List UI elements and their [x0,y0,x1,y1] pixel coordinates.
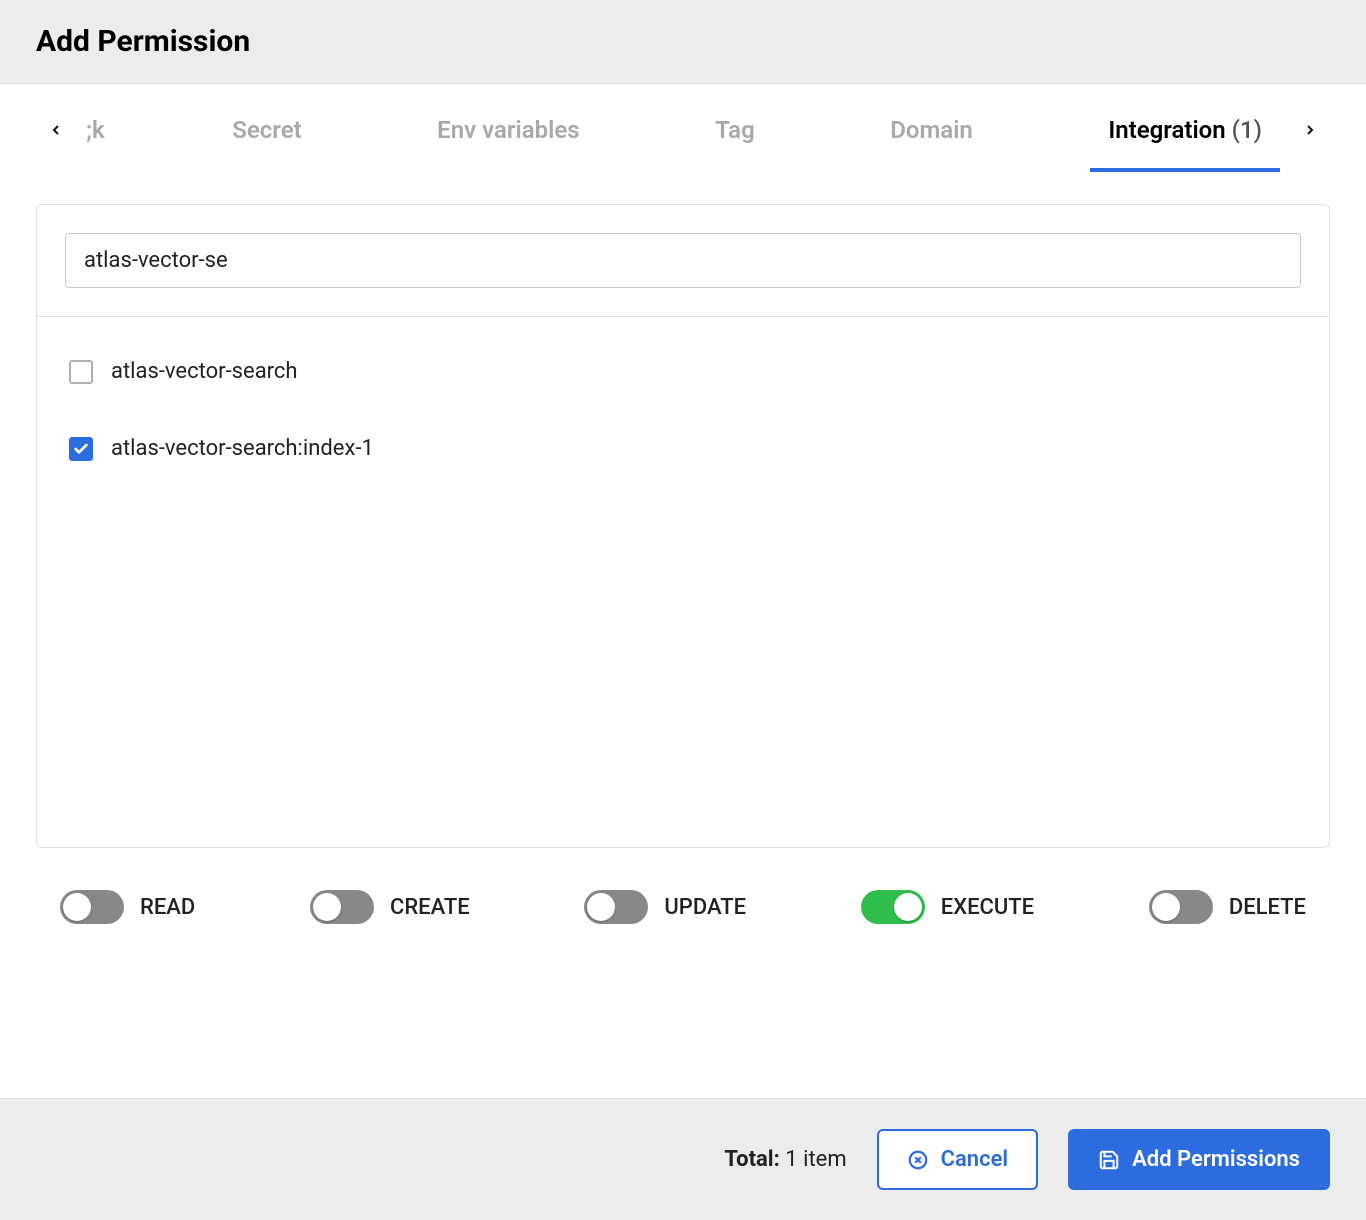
toggle-update: UPDATE [584,890,746,924]
add-permissions-button[interactable]: Add Permissions [1068,1129,1330,1190]
toggle-label: DELETE [1229,895,1306,920]
total-text: Total: 1 item [724,1147,846,1172]
total-label: Total: [724,1147,779,1172]
tab-secret[interactable]: Secret [214,88,319,172]
toggle-create: CREATE [310,890,470,924]
tab-partial-left: ;k [86,88,115,172]
toggle-switch[interactable] [861,890,925,924]
permission-toggles: READ CREATE UPDATE EXECUTE DELETE [0,848,1366,966]
toggle-label: READ [140,895,195,920]
toggle-switch[interactable] [60,890,124,924]
tab-integration[interactable]: Integration (1) [1090,88,1280,172]
toggle-delete: DELETE [1149,890,1306,924]
results-list: atlas-vector-search atlas-vector-search:… [37,317,1329,847]
search-input[interactable] [65,233,1301,288]
checkbox-checked-icon[interactable] [69,437,93,461]
tab-scroll-right[interactable] [1290,110,1330,150]
dialog-title: Add Permission [36,24,1330,59]
dialog-header: Add Permission [0,0,1366,84]
toggle-label: UPDATE [664,895,746,920]
cancel-icon [907,1149,929,1171]
dialog-footer: Total: 1 item Cancel Add Permissions [0,1098,1366,1220]
tab-env-variables[interactable]: Env variables [419,88,597,172]
add-permissions-label: Add Permissions [1132,1147,1300,1172]
result-label: atlas-vector-search [111,359,298,384]
result-item[interactable]: atlas-vector-search [65,345,1301,398]
toggle-read: READ [60,890,195,924]
panel-area: atlas-vector-search atlas-vector-search:… [0,176,1366,848]
chevron-left-icon [48,122,64,138]
toggle-switch[interactable] [310,890,374,924]
tab-bar: ;k Secret Env variables Tag Domain Integ… [0,84,1366,176]
tab-integration-count: (1) [1232,116,1262,144]
checkbox-unchecked-icon[interactable] [69,360,93,384]
toggle-switch[interactable] [1149,890,1213,924]
result-item[interactable]: atlas-vector-search:index-1 [65,422,1301,475]
search-area [37,205,1329,317]
total-value: 1 item [785,1147,846,1172]
chevron-right-icon [1302,122,1318,138]
toggle-execute: EXECUTE [861,890,1034,924]
tab-integration-label: Integration [1108,116,1225,144]
tab-scroll-left[interactable] [36,110,76,150]
tab-domain[interactable]: Domain [872,88,991,172]
cancel-label: Cancel [941,1147,1009,1172]
save-icon [1098,1149,1120,1171]
toggle-label: CREATE [390,895,470,920]
cancel-button[interactable]: Cancel [877,1129,1039,1190]
toggle-label: EXECUTE [941,895,1034,920]
toggle-switch[interactable] [584,890,648,924]
tab-tag[interactable]: Tag [697,88,773,172]
tab-scroll-area: ;k Secret Env variables Tag Domain Integ… [76,88,1290,172]
result-label: atlas-vector-search:index-1 [111,436,374,461]
selection-panel: atlas-vector-search atlas-vector-search:… [36,204,1330,848]
